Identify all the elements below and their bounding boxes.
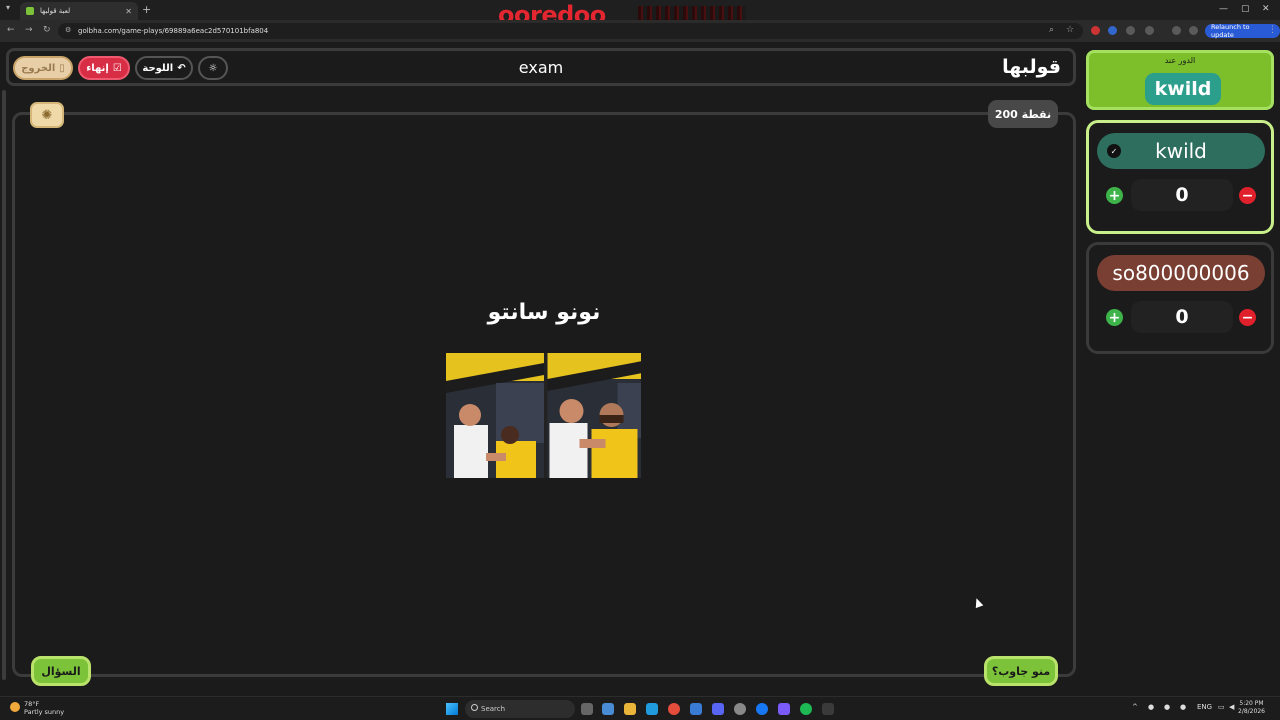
add-points-button[interactable]: +: [1106, 309, 1123, 326]
bookmark-star-icon[interactable]: ☆: [1066, 25, 1074, 35]
player-name-text: kwild: [1155, 139, 1207, 163]
clock-time: 5:20 PM: [1239, 700, 1264, 707]
app-logo: قولبها: [1002, 56, 1061, 78]
player-score: 0: [1131, 179, 1233, 211]
extensions-puzzle-icon[interactable]: [1145, 26, 1154, 35]
who-answered-button[interactable]: منو جاوب؟: [984, 656, 1058, 686]
spotify-icon[interactable]: [800, 703, 812, 715]
network-icon[interactable]: ▭: [1218, 703, 1225, 711]
turn-player-name: kwild: [1145, 73, 1221, 105]
tray-chevron-icon[interactable]: ^: [1132, 703, 1138, 711]
task-view-icon[interactable]: [581, 703, 593, 715]
tray-app-icon[interactable]: ●: [1164, 703, 1170, 711]
turn-indicator: الدور عند kwild: [1086, 50, 1274, 110]
scrollbar[interactable]: [2, 90, 6, 680]
subtract-points-button[interactable]: −: [1239, 187, 1256, 204]
url-field[interactable]: ⚙ golbha.com/game-plays/69889a6eac2d5701…: [58, 23, 1083, 39]
profile-icon[interactable]: [1189, 26, 1198, 35]
terminal-icon[interactable]: [822, 703, 834, 715]
player-card: ✓ kwild + 0 −: [1086, 120, 1274, 234]
extension-icon[interactable]: [1108, 26, 1117, 35]
system-clock[interactable]: 5:20 PM 2/8/2026: [1238, 700, 1265, 716]
tab-favicon-icon: [26, 7, 34, 15]
points-badge: 200 نقطة: [988, 100, 1058, 128]
file-explorer-icon[interactable]: [624, 703, 636, 715]
microphone-icon[interactable]: ●: [1180, 703, 1186, 711]
settings-icon[interactable]: [734, 703, 746, 715]
site-info-icon[interactable]: ⚙: [65, 26, 71, 34]
taskbar-search[interactable]: Search: [465, 700, 575, 718]
player-name[interactable]: so800000006: [1097, 255, 1265, 291]
chrome-icon[interactable]: [668, 703, 680, 715]
answer-text: نونو سانتو: [487, 300, 601, 325]
extension-icon[interactable]: [1126, 26, 1135, 35]
taskbar: 78°F Partly sunny Search ^ ● ● ● ENG ▭ ◀…: [0, 696, 1280, 720]
windows-start-icon[interactable]: [446, 703, 458, 715]
reload-icon[interactable]: ↻: [43, 25, 51, 35]
photo-right-panel: [547, 353, 641, 478]
player-name-text: so800000006: [1112, 261, 1250, 285]
weather-temp: 78°F: [24, 700, 40, 708]
copilot-icon[interactable]: [602, 703, 614, 715]
turn-label: الدور عند: [1164, 56, 1196, 65]
tab-list-icon[interactable]: ▾: [6, 3, 10, 12]
report-bug-button[interactable]: ✺: [30, 102, 64, 128]
page-title: exam: [518, 58, 564, 77]
subtract-points-button[interactable]: −: [1239, 309, 1256, 326]
weather-desc: Partly sunny: [24, 708, 65, 716]
new-tab-button[interactable]: +: [142, 3, 151, 16]
url-text: golbha.com/game-plays/69889a6eac2d570101…: [78, 27, 269, 35]
clock-date: 2/8/2026: [1238, 708, 1265, 715]
store-icon[interactable]: [690, 703, 702, 715]
address-bar: ← → ↻ ⚙ golbha.com/game-plays/69889a6eac…: [0, 20, 1280, 42]
extension-icon[interactable]: [1091, 26, 1100, 35]
maximize-icon[interactable]: ▢: [1241, 4, 1250, 14]
show-question-button[interactable]: السؤال: [31, 656, 91, 686]
tab-close-icon[interactable]: ✕: [125, 7, 132, 16]
volume-icon[interactable]: ◀: [1229, 703, 1234, 711]
tab-title: لعبة قولبها: [40, 7, 71, 15]
add-points-button[interactable]: +: [1106, 187, 1123, 204]
edge-icon[interactable]: [646, 703, 658, 715]
cast-icon[interactable]: [1172, 26, 1181, 35]
minimize-icon[interactable]: —: [1219, 4, 1228, 14]
tray-app-icon[interactable]: ●: [1148, 703, 1154, 711]
game-app: الخروج ▯ إنهاء ☑ اللوحة ↶ ☼ exam قولبها …: [0, 42, 1280, 694]
zoom-icon[interactable]: ⌕: [1049, 25, 1054, 35]
bug-icon: ✺: [41, 107, 53, 123]
weather-sun-icon: [10, 702, 20, 712]
language-indicator[interactable]: ENG: [1197, 703, 1212, 711]
browser-menu-icon[interactable]: ⋮: [1268, 25, 1277, 35]
forward-icon[interactable]: →: [25, 25, 33, 35]
player-name[interactable]: ✓ kwild: [1097, 133, 1265, 169]
player-score: 0: [1131, 301, 1233, 333]
check-icon: ✓: [1107, 144, 1121, 158]
game-header: الخروج ▯ إنهاء ☑ اللوحة ↶ ☼ exam قولبها: [6, 48, 1076, 86]
player-card: so800000006 + 0 −: [1086, 242, 1274, 354]
weather-widget[interactable]: 78°F Partly sunny: [10, 700, 64, 716]
photo-left-panel: [446, 353, 544, 478]
browser-tab[interactable]: لعبة قولبها ✕: [20, 2, 138, 20]
window-close-icon[interactable]: ✕: [1262, 4, 1270, 14]
browser-tabbar: ▾ لعبة قولبها ✕ + ooredoo — ▢ ✕: [0, 0, 1280, 32]
back-icon[interactable]: ←: [7, 25, 15, 35]
answer-image: [446, 353, 641, 478]
search-icon: [471, 704, 478, 711]
search-label: Search: [481, 705, 506, 713]
facebook-icon[interactable]: [756, 703, 768, 715]
app-icon[interactable]: [778, 703, 790, 715]
discord-icon[interactable]: [712, 703, 724, 715]
